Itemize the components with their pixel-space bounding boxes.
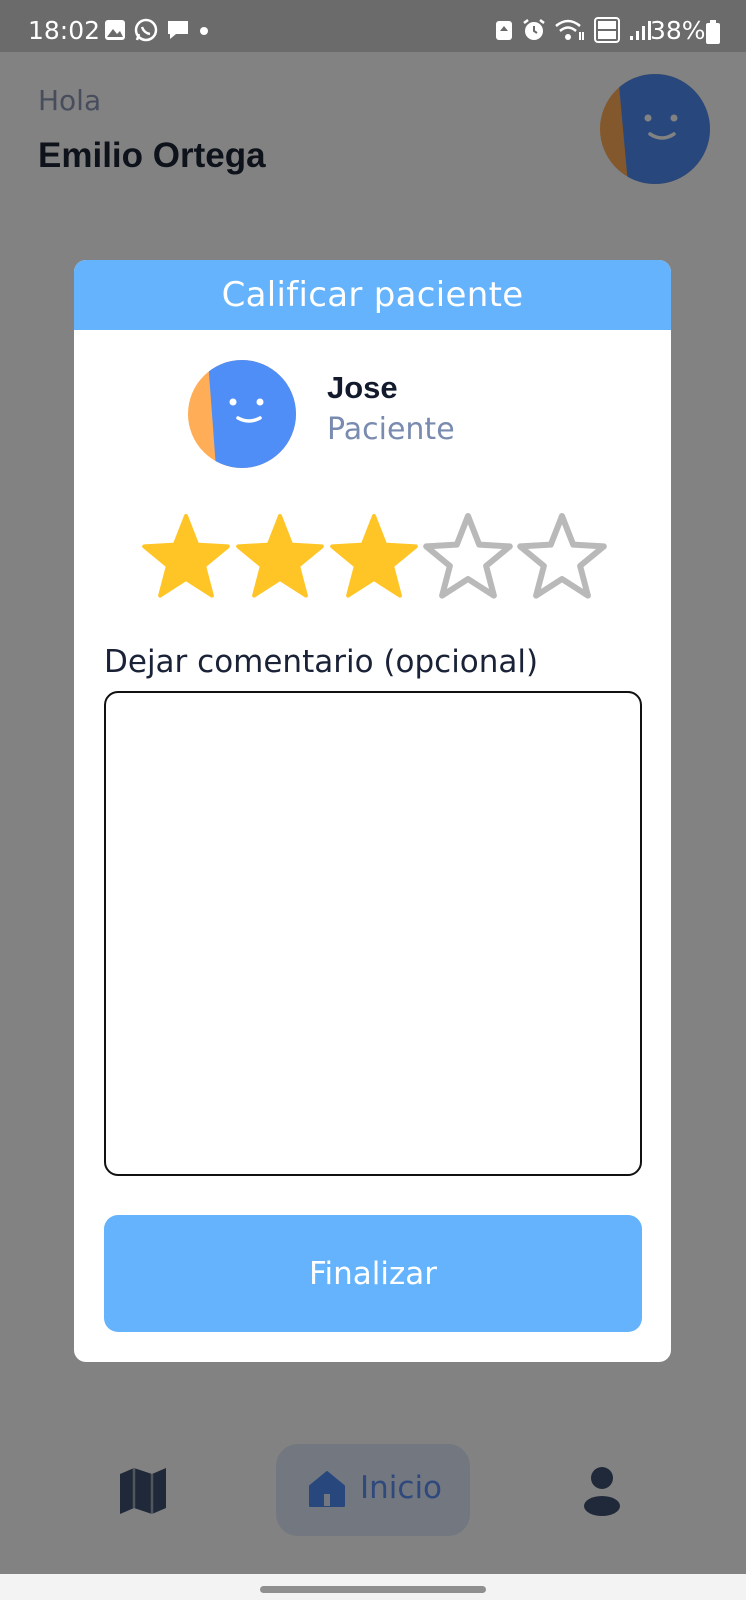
system-navigation-bar [0, 1574, 746, 1600]
chat-icon [168, 21, 188, 39]
star-filled-icon[interactable] [328, 510, 420, 602]
star-filled-icon[interactable] [234, 510, 326, 602]
dot-icon [200, 27, 208, 35]
status-bar: 18:02 38% [0, 0, 746, 52]
alarm-icon [523, 19, 545, 40]
star-empty-icon[interactable] [516, 510, 608, 602]
signal-icon [630, 21, 651, 40]
battery-percent: 38% [650, 16, 706, 45]
wifi-icon [555, 19, 584, 40]
comment-input[interactable] [104, 691, 642, 1176]
dialog-title: Calificar paciente [221, 275, 524, 315]
star-filled-icon[interactable] [140, 510, 232, 602]
patient-avatar [188, 360, 296, 468]
whatsapp-icon [134, 18, 158, 42]
star-rating [140, 510, 610, 602]
rate-patient-dialog: Calificar paciente Jose Paciente Dejar c… [74, 260, 671, 1362]
gallery-icon [105, 20, 125, 40]
home-gesture-handle[interactable] [260, 1586, 486, 1593]
status-time: 18:02 [28, 16, 101, 45]
finalizar-button[interactable]: Finalizar [104, 1215, 642, 1332]
patient-role: Paciente [327, 412, 455, 447]
battery-icon [706, 20, 720, 44]
comment-label: Dejar comentario (opcional) [104, 644, 539, 680]
dialog-header: Calificar paciente [74, 260, 671, 330]
volte-icon [594, 17, 620, 43]
recycle-icon [496, 21, 512, 40]
star-empty-icon[interactable] [422, 510, 514, 602]
patient-name: Jose [327, 370, 398, 405]
